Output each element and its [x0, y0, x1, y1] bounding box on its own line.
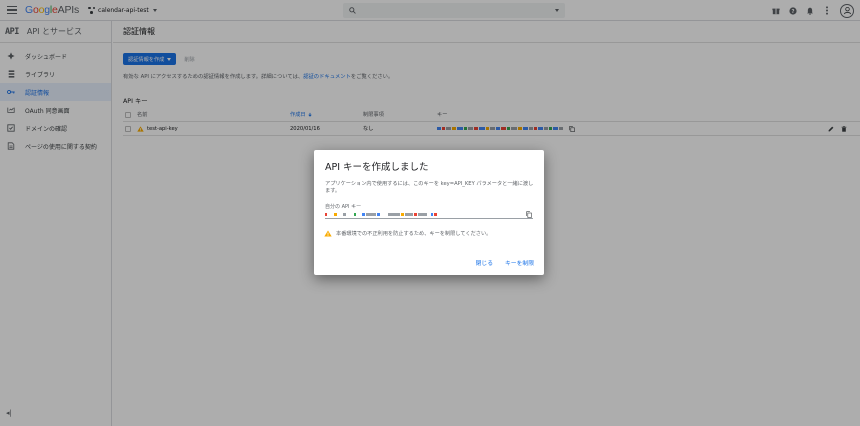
dialog-description: アプリケーション内で使用するには、このキーを key=API_KEY パラメータ…	[325, 181, 534, 194]
dialog-title: API キーを作成しました	[325, 162, 429, 173]
copy-key-icon[interactable]	[526, 211, 532, 218]
warning-text: 本番環境での不正利用を防止するため、キーを制限してください。	[336, 231, 492, 237]
api-key-value-masked	[325, 212, 438, 216]
close-button[interactable]: 閉じる	[476, 258, 493, 267]
api-key-field-label: 自分の API キー	[325, 204, 362, 210]
api-key-created-dialog: API キーを作成しました アプリケーション内で使用するには、このキーを key…	[314, 150, 544, 275]
restrict-key-button[interactable]: キーを制限	[505, 258, 534, 267]
warning-icon	[324, 230, 332, 237]
api-key-field[interactable]	[325, 210, 533, 219]
restrict-key-warning: 本番環境での不正利用を防止するため、キーを制限してください。	[324, 230, 491, 237]
